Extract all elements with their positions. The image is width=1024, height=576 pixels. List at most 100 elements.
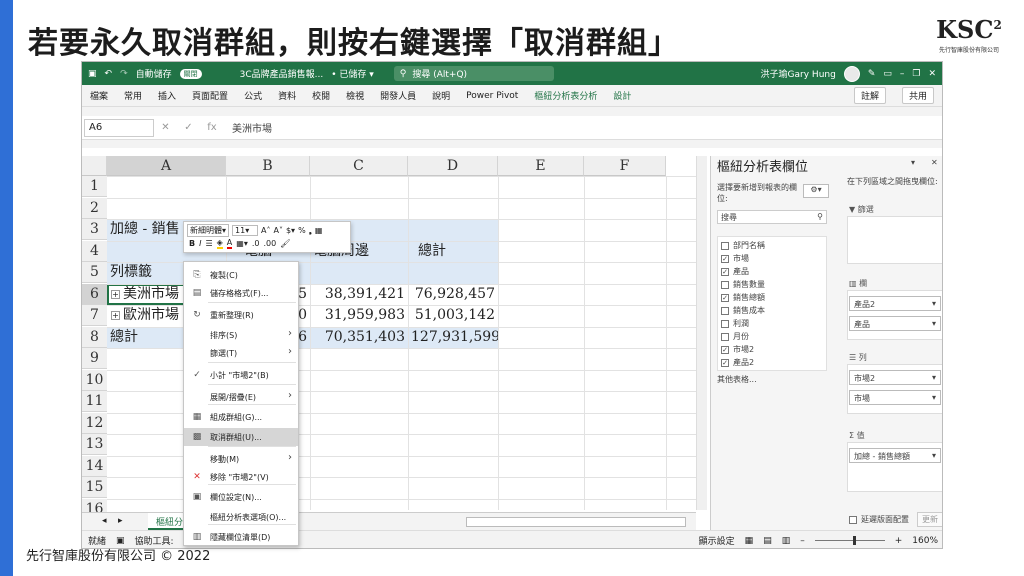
zoom-out-icon[interactable]: – [800, 536, 805, 546]
column-header[interactable]: B [226, 156, 310, 176]
settings-gear-icon[interactable]: ⚙▾ [803, 184, 829, 198]
field-checkbox[interactable] [721, 306, 729, 315]
sheet-cell[interactable]: 31,959,983 [310, 305, 408, 326]
worksheet-grid[interactable]: ABCDEF12345678910111213141516加總 - 銷售電腦電腦… [82, 156, 696, 521]
field-item[interactable]: ✓ 產品 [721, 265, 823, 278]
columns-item[interactable]: 產品 ▾ [849, 316, 941, 331]
undo-icon[interactable]: ↶ [105, 69, 113, 79]
formula-content[interactable]: 美洲市場 [224, 120, 272, 135]
increase-font-icon[interactable]: A˄ [261, 226, 270, 235]
field-checkbox[interactable]: ✓ [721, 254, 729, 263]
field-item[interactable]: 銷售數量 [721, 278, 823, 291]
menu-tab[interactable]: 常用 [124, 89, 142, 102]
context-menu-item[interactable]: ↻ 重新整理(R) [184, 306, 298, 324]
autosave-toggle[interactable]: 關閉 [179, 68, 202, 79]
sheet-cell[interactable]: 127,931,599 [408, 327, 498, 348]
avatar[interactable] [843, 65, 860, 82]
page-layout-icon[interactable]: ▤ [763, 536, 772, 546]
field-search-input[interactable]: 搜尋 ⚲ [717, 210, 827, 224]
expand-collapse-icon[interactable]: + [111, 289, 120, 299]
display-settings[interactable]: 顯示設定 [699, 534, 735, 547]
menu-tab[interactable]: 開發人員 [380, 89, 416, 102]
comment-button[interactable]: 註解 [853, 87, 886, 104]
menu-tab[interactable]: 檔案 [90, 89, 108, 102]
menu-tab[interactable]: 插入 [158, 89, 176, 102]
field-item[interactable]: 部門名稱 [721, 239, 823, 252]
column-header[interactable]: E [498, 156, 584, 176]
bold-icon[interactable]: B [189, 239, 195, 248]
field-checkbox[interactable] [721, 332, 729, 341]
zoom-slider[interactable] [814, 536, 885, 545]
column-header[interactable]: A [107, 156, 226, 176]
expand-collapse-icon[interactable]: + [111, 311, 120, 320]
defer-layout-checkbox[interactable]: 延遲版面配置 [849, 514, 909, 525]
increase-decimal-icon[interactable]: .0 [252, 239, 260, 248]
menu-tab[interactable]: Power Pivot [466, 91, 518, 101]
horizontal-scrollbar[interactable] [466, 517, 686, 527]
menu-tab[interactable]: 檢視 [346, 89, 364, 102]
field-checkbox[interactable] [721, 241, 729, 250]
pane-close-icon[interactable]: ✕ [931, 158, 938, 167]
context-menu-item[interactable]: ▥ 隱藏欄位清單(D) [184, 528, 298, 546]
name-box[interactable]: A6 [84, 118, 154, 137]
sheet-cell[interactable]: 76,928,457 [408, 284, 498, 305]
column-header[interactable]: C [310, 156, 408, 176]
row-header[interactable]: 10 [82, 369, 107, 391]
context-menu-item[interactable]: ✓ 小計 "市場2"(B) [184, 366, 298, 384]
field-checkbox[interactable]: ✓ [721, 358, 729, 367]
page-break-icon[interactable]: ▥ [782, 536, 791, 546]
menu-tab[interactable]: 樞紐分析表分析 [534, 89, 597, 102]
rows-item[interactable]: 市場2 ▾ [849, 370, 941, 385]
pen-icon[interactable]: ✎ [868, 69, 876, 79]
italic-icon[interactable]: I [199, 239, 201, 248]
font-size-box[interactable]: 11▾ [232, 225, 258, 236]
vertical-scrollbar[interactable] [696, 156, 707, 510]
sheet-cell[interactable]: 38,391,421 [310, 284, 408, 305]
row-header[interactable]: 7 [82, 305, 107, 326]
context-menu-item[interactable]: ⎘ 複製(C) [184, 266, 298, 284]
close-icon[interactable]: ✕ [928, 69, 936, 79]
row-header[interactable]: 2 [82, 197, 107, 219]
ribbon-display-icon[interactable]: ▭ [883, 69, 892, 79]
row-header[interactable]: 12 [82, 412, 107, 434]
more-tables-link[interactable]: 其他表格... [717, 374, 757, 385]
row-header[interactable]: 3 [82, 219, 107, 240]
row-header[interactable]: 9 [82, 348, 107, 369]
user-name[interactable]: 洪子瑜Gary Hung [761, 67, 836, 80]
cancel-icon[interactable]: ✕ [161, 122, 169, 133]
enter-icon[interactable]: ✓ [184, 122, 192, 133]
sheet-cell[interactable]: 70,351,403 [310, 327, 408, 348]
row-header[interactable]: 1 [82, 176, 107, 197]
minimize-icon[interactable]: – [900, 69, 905, 79]
font-color-icon[interactable]: A [226, 238, 233, 249]
column-header[interactable]: F [584, 156, 666, 176]
save-icon[interactable]: ▣ [88, 69, 97, 79]
menu-tab[interactable]: 頁面配置 [192, 89, 228, 102]
context-menu-item[interactable]: 排序(S) › [184, 326, 298, 344]
row-header[interactable]: 5 [82, 262, 107, 283]
field-item[interactable]: ✓ 產品2 [721, 356, 823, 369]
normal-view-icon[interactable]: ▦ [745, 536, 754, 546]
update-button[interactable]: 更新 [917, 512, 942, 527]
field-checkbox[interactable]: ✓ [721, 267, 729, 276]
context-menu-item[interactable]: 篩選(T) › [184, 344, 298, 362]
percent-icon[interactable]: % [298, 226, 306, 235]
columns-item[interactable]: 產品2 ▾ [849, 296, 941, 311]
row-header[interactable]: 6 [82, 283, 107, 305]
context-menu-item[interactable]: ▣ 欄位設定(N)... [184, 488, 298, 506]
saved-status[interactable]: • 已儲存 ▾ [331, 67, 374, 80]
select-all-corner[interactable] [82, 156, 107, 176]
filter-area[interactable] [847, 216, 942, 264]
zoom-in-icon[interactable]: + [895, 536, 903, 546]
fx-icon[interactable]: fx [207, 122, 216, 133]
values-item[interactable]: 加總 - 銷售總額 ▾ [849, 448, 941, 463]
menu-tab[interactable]: 公式 [244, 89, 262, 102]
currency-icon[interactable]: $▾ [286, 226, 295, 235]
context-menu-item[interactable]: 移動(M) › [184, 450, 298, 468]
context-menu-item[interactable]: ▤ 儲存格格式(F)... [184, 284, 298, 302]
format-painter-icon[interactable]: 🖌 [280, 239, 290, 248]
zoom-level[interactable]: 160% [912, 536, 938, 546]
row-header[interactable]: 15 [82, 477, 107, 498]
align-icon[interactable]: ☰ [205, 239, 212, 248]
sheet-cell[interactable]: 51,003,142 [408, 305, 498, 326]
